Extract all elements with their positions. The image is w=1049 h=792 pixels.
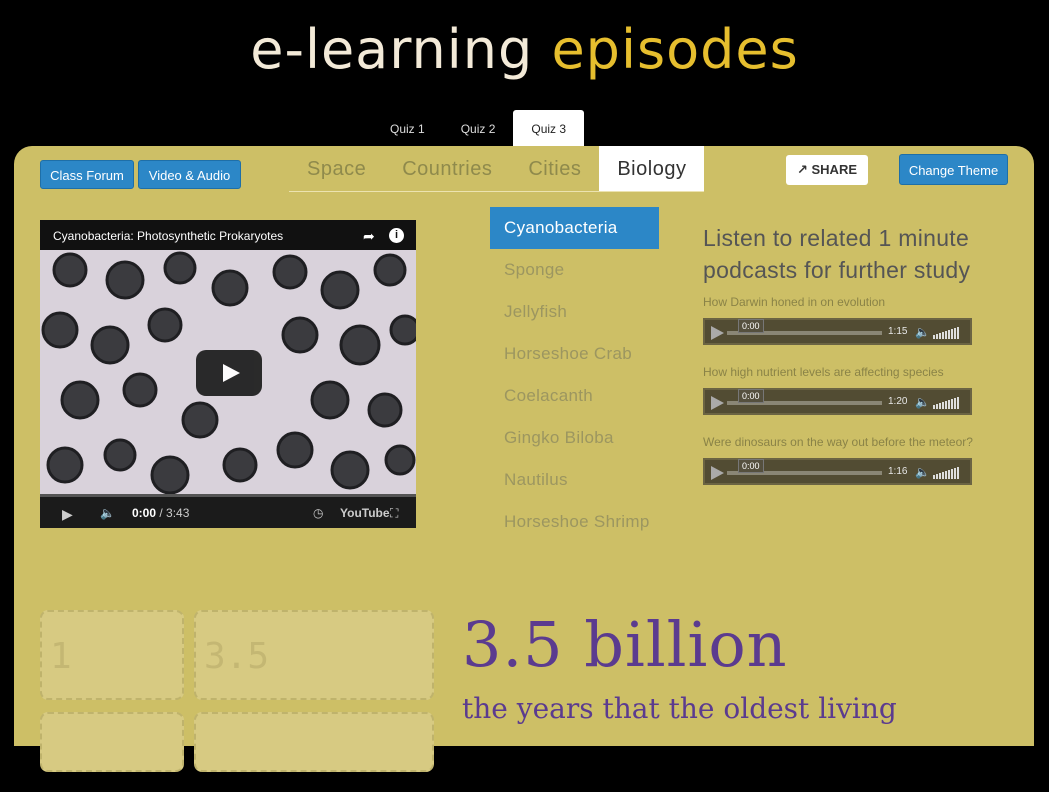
class-forum-button[interactable]: Class Forum [40, 160, 134, 189]
card-answer-3[interactable] [40, 712, 184, 772]
video-title[interactable]: Cyanobacteria: Photosynthetic Prokaryote… [53, 229, 283, 243]
volume-icon[interactable]: 🔈 [915, 465, 930, 479]
species-horseshoe-crab[interactable]: Horseshoe Crab [490, 333, 659, 375]
card-answer-2[interactable]: 3.5 billion [194, 610, 434, 767]
fullscreen-icon[interactable]: ⛶ [390, 506, 398, 521]
tab-countries[interactable]: Countries [384, 146, 510, 191]
stat-value: 3.5 billion [462, 608, 788, 681]
video-duration: / 3:43 [159, 506, 190, 520]
podcast-title: Were dinosaurs on the way out before the… [703, 435, 973, 449]
audio-duration: 1:15 [888, 326, 908, 337]
species-jellyfish[interactable]: Jellyfish [490, 291, 659, 333]
tab-cities[interactable]: Cities [510, 146, 599, 191]
podcast-title: How Darwin honed in on evolution [703, 295, 886, 309]
video-frame[interactable] [40, 250, 416, 494]
change-theme-button[interactable]: Change Theme [899, 154, 1008, 185]
play-icon[interactable] [711, 396, 724, 410]
species-cyanobacteria[interactable]: Cyanobacteria [490, 207, 659, 249]
volume-slider[interactable] [933, 327, 959, 339]
species-coelacanth[interactable]: Coelacanth [490, 375, 659, 417]
share-icon: ↗ [796, 162, 808, 177]
audio-player[interactable]: 0:00 1:16 🔈 [703, 458, 972, 485]
stat-description: the years that the oldest living [462, 692, 897, 725]
audio-progress-bar[interactable]: 0:00 [727, 389, 882, 405]
species-horseshoe-shrimp[interactable]: Horseshoe Shrimp [490, 501, 659, 543]
species-list: Cyanobacteria Sponge Jellyfish Horseshoe… [490, 207, 659, 543]
play-icon[interactable] [711, 466, 724, 480]
video-current-time: 0:00 [132, 506, 157, 520]
species-sponge[interactable]: Sponge [490, 249, 659, 291]
audio-current-time: 0:00 [738, 319, 764, 333]
audio-duration: 1:16 [888, 466, 908, 477]
video-player[interactable]: Cyanobacteria: Photosynthetic Prokaryote… [40, 220, 416, 528]
audio-player[interactable]: 0:00 1:20 🔈 [703, 388, 972, 415]
audio-player[interactable]: 0:00 1:15 🔈 [703, 318, 972, 345]
play-icon[interactable]: ▶ [62, 506, 73, 523]
tab-space[interactable]: Space [289, 146, 384, 191]
volume-icon[interactable]: 🔈 [915, 325, 930, 339]
species-gingko-biloba[interactable]: Gingko Biloba [490, 417, 659, 459]
info-icon[interactable]: i [389, 228, 404, 243]
audio-duration: 1:20 [888, 396, 908, 407]
tab-quiz-2[interactable]: Quiz 2 [442, 110, 514, 146]
video-audio-button[interactable]: Video & Audio [138, 160, 241, 189]
share-icon[interactable]: ➦ [363, 228, 375, 245]
podcast-heading-line1: Listen to related 1 minute [703, 225, 970, 251]
logo-part-episodes: episodes [551, 18, 799, 81]
logo-part-elearning: e-learning [250, 18, 534, 81]
tab-quiz-3[interactable]: Quiz 3 [513, 110, 585, 146]
video-progress-bar[interactable] [40, 494, 416, 497]
share-label: SHARE [811, 162, 858, 177]
topic-tabs: Space Countries Cities Biology [289, 146, 705, 192]
tab-biology[interactable]: Biology [599, 146, 705, 191]
audio-progress-bar[interactable]: 0:00 [727, 459, 882, 475]
species-nautilus[interactable]: Nautilus [490, 459, 659, 501]
audio-current-time: 0:00 [738, 389, 764, 403]
volume-slider[interactable] [933, 467, 959, 479]
content-panel: Class Forum Video & Audio Space Countrie… [14, 146, 1034, 772]
card-answer-1[interactable]: 1 [40, 610, 184, 700]
card-answer-4[interactable] [194, 712, 434, 772]
play-icon[interactable] [711, 326, 724, 340]
play-icon[interactable] [196, 350, 262, 396]
volume-slider[interactable] [933, 397, 959, 409]
video-controls: ▶ 🔈 0:00 / 3:43 ◷ YouTube ⛶ [40, 494, 416, 528]
tab-quiz-1[interactable]: Quiz 1 [372, 110, 443, 146]
clock-icon[interactable]: ◷ [313, 506, 323, 520]
podcast-heading: Listen to related 1 minute podcasts for … [703, 222, 970, 286]
audio-progress-bar[interactable]: 0:00 [727, 319, 882, 335]
volume-icon[interactable]: 🔈 [915, 395, 930, 409]
quiz-tabs: Quiz 1 Quiz 2 Quiz 3 [372, 110, 585, 146]
audio-current-time: 0:00 [738, 459, 764, 473]
youtube-logo[interactable]: YouTube [340, 506, 390, 520]
podcast-title: How high nutrient levels are affecting s… [703, 365, 944, 379]
volume-icon[interactable]: 🔈 [100, 506, 115, 520]
site-logo: e-learning episodes [0, 18, 1049, 81]
share-button[interactable]: ↗ SHARE [786, 155, 868, 185]
podcast-heading-line2: podcasts for further study [703, 257, 971, 283]
